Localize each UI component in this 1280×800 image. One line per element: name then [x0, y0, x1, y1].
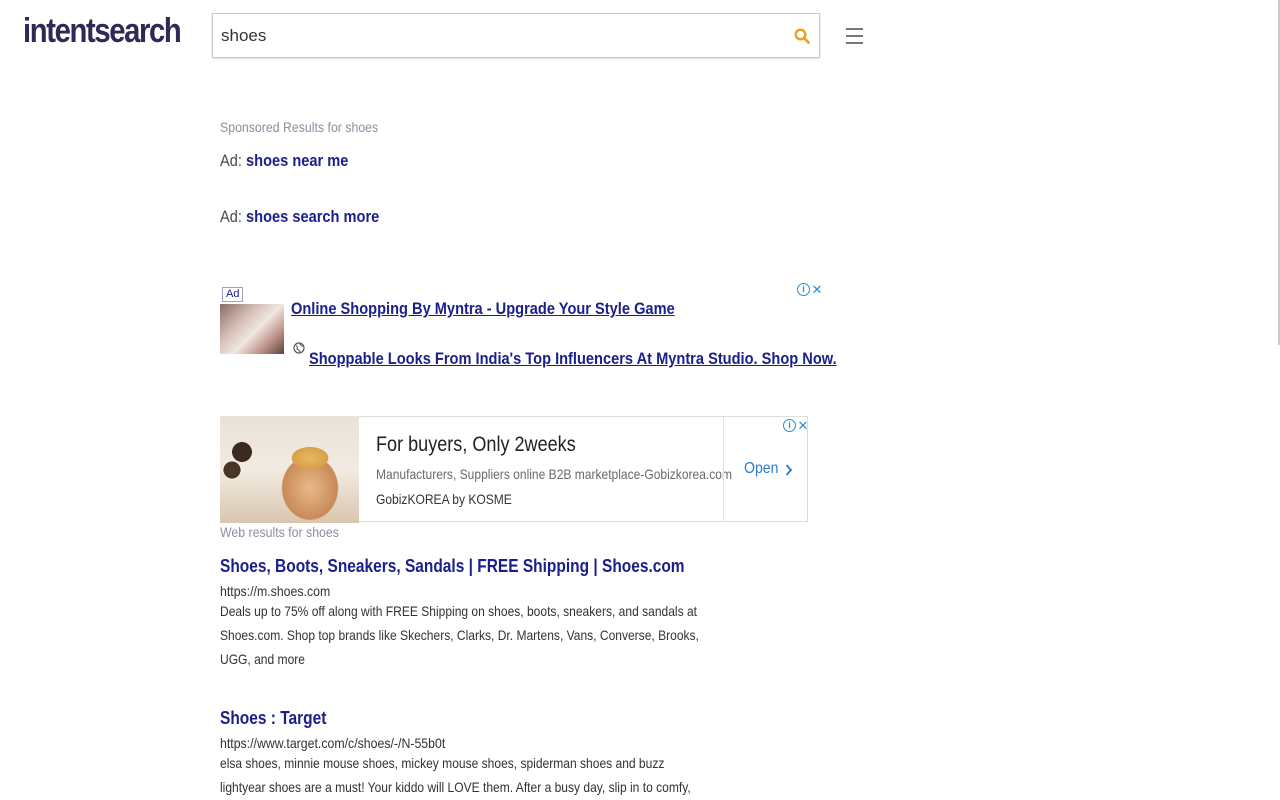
sponsored-ad-item: Ad: shoes search more: [220, 207, 379, 227]
web-results-label: Web results for shoes: [220, 524, 339, 540]
info-icon[interactable]: i: [783, 419, 796, 432]
ad-prefix: Ad:: [220, 151, 242, 170]
ad-description-link[interactable]: Shoppable Looks From India's Top Influen…: [309, 349, 837, 369]
ad-block-myntra: Ad Online Shopping By Myntra - Upgrade Y…: [220, 281, 837, 381]
ad-block-gobizkorea[interactable]: For buyers, Only 2weeks Manufacturers, S…: [220, 416, 809, 523]
web-result: Shoes : Target https://www.target.com/c/…: [220, 708, 720, 800]
chevron-right-icon: [782, 463, 793, 476]
divider: [723, 417, 724, 521]
sponsored-ad-link[interactable]: shoes near me: [246, 151, 348, 170]
open-button[interactable]: Open: [744, 460, 793, 478]
search-box[interactable]: [212, 13, 820, 58]
ad-title-link[interactable]: Online Shopping By Myntra - Upgrade Your…: [291, 299, 675, 319]
ad-prefix: Ad:: [220, 207, 242, 226]
web-result: Shoes, Boots, Sneakers, Sandals | FREE S…: [220, 556, 720, 671]
adchoices[interactable]: i ✕: [783, 419, 809, 432]
sponsored-label: Sponsored Results for shoes: [220, 119, 379, 135]
sponsored-ad-link[interactable]: shoes search more: [246, 207, 379, 226]
result-url: https://m.shoes.com: [220, 583, 331, 599]
close-icon[interactable]: ✕: [797, 419, 809, 432]
search-icon[interactable]: [793, 27, 811, 45]
logo[interactable]: intentsearch: [23, 12, 182, 51]
close-icon[interactable]: ✕: [811, 283, 823, 296]
info-icon[interactable]: i: [797, 283, 810, 296]
ad-brand: GobizKOREA by KOSME: [376, 491, 512, 507]
result-description: Deals up to 75% off along with FREE Ship…: [220, 603, 699, 667]
globe-icon: [293, 342, 305, 354]
result-title-link[interactable]: Shoes, Boots, Sneakers, Sandals | FREE S…: [220, 556, 685, 577]
ad-thumbnail[interactable]: [220, 304, 284, 354]
open-label: Open: [744, 460, 779, 477]
ad-title[interactable]: For buyers, Only 2weeks: [376, 433, 576, 457]
search-input[interactable]: [221, 22, 781, 50]
ad-description: Manufacturers, Suppliers online B2B mark…: [376, 466, 733, 482]
search-results-page: intentsearch Sponsored Results for shoes…: [0, 0, 1280, 800]
result-description: elsa shoes, minnie mouse shoes, mickey m…: [220, 755, 691, 795]
sponsored-ad-item: Ad: shoes near me: [220, 151, 348, 171]
adchoices[interactable]: i ✕: [797, 283, 823, 296]
hamburger-menu-icon[interactable]: [846, 28, 864, 46]
ad-thumbnail[interactable]: [220, 416, 359, 523]
result-url: https://www.target.com/c/shoes/-/N-55b0t: [220, 735, 446, 751]
ad-badge: Ad: [222, 287, 244, 302]
result-title-link[interactable]: Shoes : Target: [220, 708, 650, 729]
